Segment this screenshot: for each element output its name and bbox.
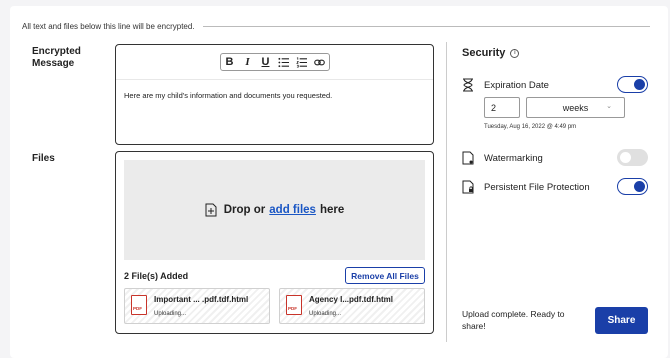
link-icon[interactable] [311, 54, 329, 70]
pdf-file-icon: PDF [131, 295, 147, 315]
add-file-icon [205, 203, 217, 217]
file-name: Important ... .pdf.tdf.html [154, 295, 249, 304]
expiration-number-input[interactable]: 2 [484, 97, 520, 118]
persistent-protection-option: Persistent File Protection [462, 180, 590, 194]
file-count: 2 File(s) Added [124, 271, 189, 281]
chevron-down-icon: ⌄ [606, 103, 612, 110]
expiration-date-text: Tuesday, Aug 16, 2022 @ 4:49 pm [484, 124, 577, 130]
protected-file-icon [462, 180, 474, 194]
message-text[interactable]: Here are my child's information and docu… [124, 91, 332, 100]
file-name: Agency I...pdf.tdf.html [309, 295, 393, 304]
underline-icon[interactable]: U [257, 54, 275, 70]
watermark-file-icon [462, 151, 474, 165]
info-icon[interactable]: i [510, 48, 520, 58]
numbered-list-icon[interactable] [293, 54, 311, 70]
vertical-divider [446, 42, 447, 342]
files-panel: Drop or add files here 2 File(s) Added R… [115, 151, 434, 334]
expiration-toggle[interactable] [617, 76, 648, 93]
encryption-note-text: All text and files below this line will … [22, 22, 195, 31]
remove-all-files-button[interactable]: Remove All Files [345, 267, 425, 284]
bold-icon[interactable]: B [221, 54, 239, 70]
share-button[interactable]: Share [595, 307, 648, 334]
file-status: Uploading... [154, 311, 187, 317]
expiration-option: Expiration Date [462, 78, 549, 92]
format-button-group: B I U [219, 53, 330, 71]
message-editor[interactable]: B I U Here are my child's information an… [115, 44, 434, 145]
expiration-label: Expiration Date [484, 79, 549, 91]
security-title: Security i [462, 47, 520, 59]
persistent-protection-label: Persistent File Protection [484, 181, 590, 193]
file-item[interactable]: PDF Important ... .pdf.tdf.html Uploadin… [124, 288, 270, 324]
watermarking-toggle[interactable] [617, 149, 648, 166]
encryption-divider [202, 26, 650, 27]
italic-icon[interactable]: I [239, 54, 257, 70]
file-status: Uploading... [309, 311, 342, 317]
file-item[interactable]: PDF Agency I...pdf.tdf.html Uploading... [279, 288, 425, 324]
upload-status: Upload complete. Ready to share! [462, 309, 565, 331]
expiration-unit-select[interactable]: weeks ⌄ [526, 97, 625, 118]
hourglass-icon [463, 78, 473, 92]
drop-suffix: here [319, 204, 345, 216]
drop-prefix: Drop or [223, 204, 266, 216]
add-files-link[interactable]: add files [269, 204, 316, 216]
persistent-protection-toggle[interactable] [617, 178, 648, 195]
watermarking-label: Watermarking [484, 152, 543, 164]
format-toolbar: B I U [116, 45, 433, 80]
bullet-list-icon[interactable] [275, 54, 293, 70]
pdf-file-icon: PDF [286, 295, 302, 315]
watermarking-option: Watermarking [462, 151, 543, 165]
files-label: Files [32, 153, 55, 164]
message-label: Encrypted Message [32, 46, 81, 69]
file-drop-zone[interactable]: Drop or add files here [124, 160, 425, 260]
encryption-note: All text and files below this line will … [22, 22, 650, 31]
